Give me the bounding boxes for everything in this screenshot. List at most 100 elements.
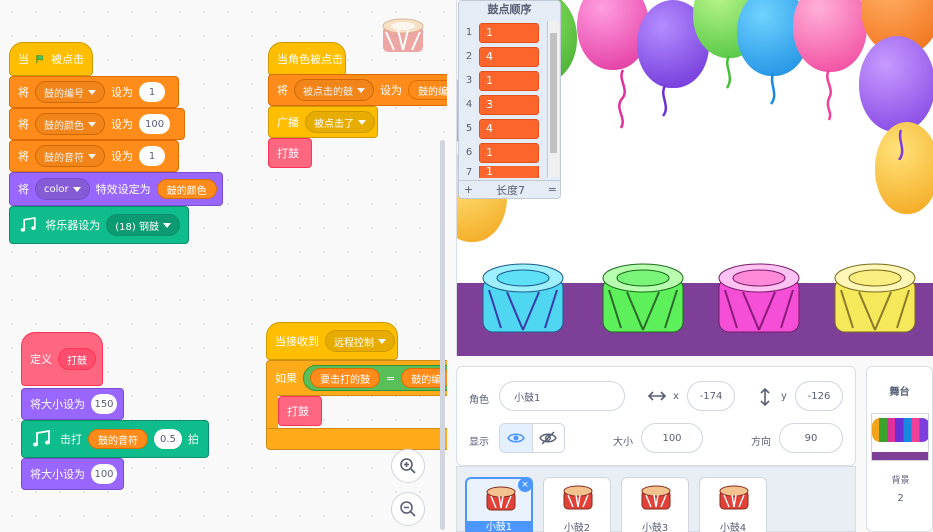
- variable-dropdown[interactable]: 被点击的鼓: [294, 79, 374, 101]
- play-drum-block[interactable]: 击打 鼓的音符 0.5 拍: [21, 420, 209, 458]
- instrument-name: (18) 钢鼓: [115, 221, 159, 233]
- variable-dropdown[interactable]: 鼓的编号: [35, 81, 105, 103]
- define-block[interactable]: 定义 打鼓: [21, 332, 103, 386]
- list-value[interactable]: 1: [479, 142, 539, 163]
- list-value[interactable]: 4: [479, 46, 539, 67]
- set-size-block-2[interactable]: 将大小设为 100: [21, 458, 124, 490]
- set-size-block[interactable]: 将大小设为 150: [21, 388, 124, 420]
- list-item[interactable]: 24: [459, 46, 547, 67]
- list-index: 6: [465, 147, 473, 158]
- list-value[interactable]: 4: [479, 118, 539, 139]
- add-item-button[interactable]: +: [464, 183, 473, 196]
- call-drum-block-2[interactable]: 打鼓: [278, 396, 322, 426]
- message-dropdown[interactable]: 远程控制: [325, 330, 395, 352]
- list-value[interactable]: 3: [479, 94, 539, 115]
- sprite-thumb-3[interactable]: 小鼓3: [621, 477, 689, 532]
- show-hidden-button[interactable]: [532, 424, 564, 452]
- broadcast-block[interactable]: 广播 被点击了: [268, 106, 378, 138]
- call-drum-block[interactable]: 打鼓: [268, 138, 312, 168]
- value-input[interactable]: 1: [139, 82, 165, 102]
- sprite-thumb-1[interactable]: × 小鼓1: [465, 477, 533, 532]
- list-item[interactable]: 61: [459, 142, 547, 163]
- sprite-name: 小鼓2: [563, 523, 591, 532]
- size-label: 将大小设为: [30, 398, 85, 411]
- value-input[interactable]: 1: [139, 146, 165, 166]
- drum-sprite-3[interactable]: [715, 260, 803, 342]
- sprite-thumb-4[interactable]: 小鼓4: [699, 477, 767, 532]
- set-clicked-drum-block[interactable]: 将 被点击的鼓 设为 鼓的编: [268, 74, 447, 106]
- when-sprite-clicked-block[interactable]: 当角色被点击: [268, 42, 346, 76]
- drum-sprite-1[interactable]: [479, 260, 567, 342]
- define-label: 定义: [30, 353, 52, 366]
- x-label: x: [673, 391, 679, 402]
- set-instrument-block[interactable]: 将乐器设为 (18) 钢鼓: [9, 206, 189, 244]
- list-scroll-thumb[interactable]: [550, 33, 557, 153]
- message-dropdown[interactable]: 被点击了: [305, 111, 375, 133]
- zoom-out-button[interactable]: [391, 492, 425, 526]
- stage-panel-title: 舞台: [889, 387, 910, 398]
- list-value[interactable]: 1: [479, 22, 539, 43]
- size-input[interactable]: 150: [91, 394, 117, 414]
- value-input[interactable]: 100: [139, 114, 171, 134]
- instrument-label: 将乐器设为: [45, 219, 101, 232]
- set-drum-color-block[interactable]: 将 鼓的颜色 设为 100: [9, 108, 185, 140]
- list-index: 7: [465, 166, 473, 178]
- list-item[interactable]: 54: [459, 118, 547, 139]
- effect-dropdown[interactable]: color: [35, 178, 90, 200]
- drum-to-hit-reporter[interactable]: 要击打的鼓: [310, 368, 380, 388]
- list-item[interactable]: 71: [459, 166, 547, 178]
- resize-handle[interactable]: =: [548, 183, 557, 196]
- code-area[interactable]: 当 被点击 将 鼓的编号 设为 1 将 鼓的颜色 设为 100 将 鼓的音符 设…: [0, 0, 447, 532]
- list-item[interactable]: 43: [459, 94, 547, 115]
- show-visible-button[interactable]: [500, 424, 533, 452]
- drum-sprite-4[interactable]: [831, 260, 919, 342]
- when-flag-clicked-block[interactable]: 当 被点击: [9, 42, 93, 76]
- delete-sprite-button[interactable]: ×: [518, 478, 532, 492]
- y-field[interactable]: -126: [795, 381, 843, 411]
- stage-panel[interactable]: 舞台 背景 2: [866, 366, 933, 532]
- drum-note-reporter[interactable]: 鼓的音符: [88, 429, 148, 449]
- call-label: 打鼓: [287, 405, 309, 418]
- list-scrollbar[interactable]: [547, 21, 559, 177]
- set-drum-number-block[interactable]: 将 鼓的编号 设为 1: [9, 76, 179, 108]
- sprite-thumb-2[interactable]: 小鼓2: [543, 477, 611, 532]
- x-arrow-icon: [647, 391, 667, 401]
- backdrop-balloons: [872, 418, 928, 442]
- list-length-label: 长度7: [496, 183, 525, 197]
- effect-mid-label: 特效设定为: [95, 183, 151, 196]
- sprite-name: 小鼓1: [467, 521, 531, 532]
- list-item[interactable]: 31: [459, 70, 547, 91]
- sprite-name-field[interactable]: 小鼓1: [499, 381, 625, 411]
- variable-dropdown[interactable]: 鼓的音符: [35, 145, 105, 167]
- drum-icon: [486, 486, 516, 511]
- backdrop-thumbnail[interactable]: [871, 413, 929, 461]
- list-monitor[interactable]: 鼓点顺序 11 24 31 43 54 61 71 + 长度7 =: [458, 0, 561, 199]
- x-field[interactable]: -174: [687, 381, 735, 411]
- sprite-name: 小鼓3: [641, 523, 669, 532]
- set-label: 将: [277, 84, 288, 97]
- zoom-in-icon: [400, 458, 416, 474]
- size-field[interactable]: 100: [641, 423, 703, 453]
- beats-input[interactable]: 0.5: [154, 429, 182, 449]
- list-index: 5: [465, 123, 473, 134]
- zoom-in-button[interactable]: [391, 449, 425, 483]
- size-input[interactable]: 100: [91, 464, 117, 484]
- when-receive-block[interactable]: 当接收到 远程控制: [266, 322, 398, 360]
- variable-dropdown[interactable]: 鼓的颜色: [35, 113, 105, 135]
- drum-color-reporter[interactable]: 鼓的颜色: [156, 179, 217, 199]
- green-flag-icon: [36, 55, 44, 64]
- equals-operator[interactable]: 要击打的鼓 = 鼓的编: [303, 365, 447, 391]
- to-label: 设为: [111, 150, 133, 163]
- direction-field[interactable]: 90: [779, 423, 843, 453]
- set-effect-block[interactable]: 将 color 特效设定为 鼓的颜色: [9, 172, 223, 206]
- if-block[interactable]: 如果 要击打的鼓 = 鼓的编: [266, 360, 447, 396]
- instrument-dropdown[interactable]: (18) 钢鼓: [106, 214, 180, 236]
- drum-number-reporter[interactable]: 鼓的编: [408, 80, 447, 100]
- list-value[interactable]: 1: [479, 70, 539, 91]
- if-block-footer: [266, 428, 447, 450]
- drum-sprite-2[interactable]: [599, 260, 687, 342]
- list-value[interactable]: 1: [479, 166, 539, 178]
- set-drum-note-block[interactable]: 将 鼓的音符 设为 1: [9, 140, 179, 172]
- code-area-scrollbar[interactable]: [440, 140, 445, 530]
- list-item[interactable]: 11: [459, 22, 547, 43]
